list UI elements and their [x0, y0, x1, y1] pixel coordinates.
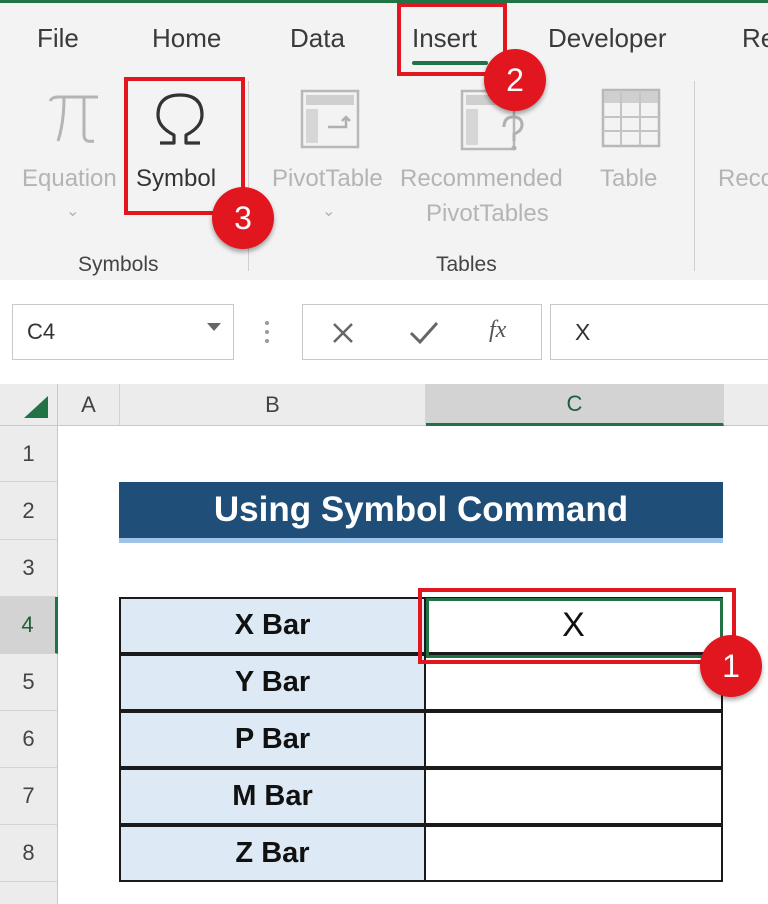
row-header-9[interactable]: [0, 882, 58, 904]
step-badge-1: 1: [700, 635, 762, 697]
tab-home[interactable]: Home: [152, 23, 221, 54]
step-badge-2: 2: [484, 49, 546, 111]
table-value-cell[interactable]: [424, 711, 723, 768]
equation-label: Equation: [22, 165, 117, 192]
row-header-2[interactable]: 2: [0, 482, 58, 540]
drag-handle-icon[interactable]: [264, 320, 270, 344]
column-header-b[interactable]: B: [120, 384, 426, 426]
pi-icon: [48, 95, 98, 143]
row-header-4[interactable]: 4: [0, 597, 58, 654]
recommended-label-1: Recommended: [400, 165, 563, 192]
cell-c4-highlight: [418, 588, 736, 664]
group-label-tables: Tables: [436, 253, 497, 276]
tab-developer[interactable]: Developer: [548, 23, 667, 54]
pivottable-icon: [300, 89, 360, 149]
step-badge-3: 3: [212, 187, 274, 249]
row-header-8[interactable]: 8: [0, 825, 58, 882]
ribbon: File Home Data Insert Developer Re Equat…: [0, 0, 768, 280]
table-value-cell[interactable]: [424, 768, 723, 825]
recommended-charts-label[interactable]: Reco: [718, 165, 768, 193]
insert-function-icon[interactable]: fx: [489, 317, 506, 344]
name-box[interactable]: C4: [12, 304, 234, 360]
select-all-triangle-icon: [24, 396, 48, 418]
table-label: Table: [600, 165, 658, 192]
chevron-down-icon: ⌄: [322, 203, 336, 220]
recommended-label-2: PivotTables: [426, 200, 549, 227]
table-value-cell[interactable]: [424, 825, 723, 882]
tab-review[interactable]: Re: [742, 23, 768, 54]
table-label-cell[interactable]: P Bar: [119, 711, 426, 768]
table-label-cell[interactable]: M Bar: [119, 768, 426, 825]
formula-input-value: X: [575, 319, 591, 345]
tab-data[interactable]: Data: [290, 23, 345, 54]
table-label-cell[interactable]: Z Bar: [119, 825, 426, 882]
row-header-7[interactable]: 7: [0, 768, 58, 825]
table-label-cell[interactable]: X Bar: [119, 597, 426, 654]
select-all-button[interactable]: [0, 384, 58, 426]
row-header-3[interactable]: 3: [0, 540, 58, 597]
pivottable-label: PivotTable: [272, 165, 383, 192]
table-label-cell[interactable]: Y Bar: [119, 654, 426, 711]
cancel-icon[interactable]: [331, 321, 355, 345]
formula-input[interactable]: X: [550, 304, 768, 360]
group-label-symbols: Symbols: [78, 253, 159, 276]
dropdown-arrow-icon[interactable]: [207, 323, 221, 331]
row-header-5[interactable]: 5: [0, 654, 58, 711]
group-divider: [694, 81, 695, 271]
row-header-6[interactable]: 6: [0, 711, 58, 768]
row-header-1[interactable]: 1: [0, 426, 58, 482]
title-underline: [119, 538, 723, 543]
title-cell[interactable]: Using Symbol Command: [119, 482, 723, 538]
enter-checkmark-icon[interactable]: [409, 321, 439, 345]
formula-buttons: fx: [302, 304, 542, 360]
chevron-down-icon: ⌄: [66, 203, 80, 220]
tab-file[interactable]: File: [37, 23, 79, 54]
column-header-a[interactable]: A: [58, 384, 120, 426]
name-box-value: C4: [27, 319, 56, 344]
column-header-c[interactable]: C: [426, 384, 724, 426]
column-header-d[interactable]: [724, 384, 768, 426]
table-icon: [601, 88, 661, 148]
